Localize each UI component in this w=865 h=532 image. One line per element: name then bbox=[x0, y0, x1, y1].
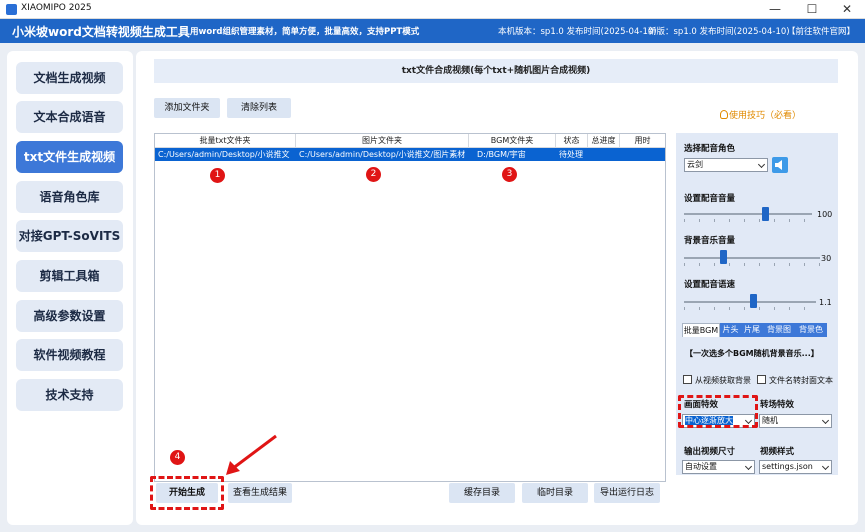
chevron-down-icon bbox=[744, 462, 753, 471]
tab-outro[interactable]: 片尾 bbox=[741, 323, 763, 337]
chevron-down-icon bbox=[821, 416, 830, 425]
page-banner: txt文件合成视频(每个txt+随机图片合成视频) bbox=[154, 59, 838, 83]
main-area: 文档生成视频 文本合成语音 txt文件生成视频 语音角色库 对接GPT-SoVI… bbox=[0, 43, 865, 532]
temp-dir-button[interactable]: 临时目录 bbox=[522, 483, 588, 503]
tab-bg-image[interactable]: 背景图 bbox=[763, 323, 795, 337]
window-titlebar: XIAOMIPO 2025 — ☐ ✕ bbox=[0, 0, 865, 19]
sidebar-item-voice-library[interactable]: 语音角色库 bbox=[16, 181, 123, 213]
chevron-down-icon bbox=[821, 462, 830, 471]
media-tabs: 批量BGM 片头 片尾 背景图 背景色 bbox=[682, 323, 832, 337]
tab-bg-color[interactable]: 背景色 bbox=[795, 323, 827, 337]
output-size-value: 自动设置 bbox=[685, 462, 717, 471]
chevron-down-icon bbox=[757, 160, 766, 169]
close-button[interactable]: ✕ bbox=[829, 0, 865, 19]
bgm-volume-value: 30 bbox=[821, 254, 832, 263]
transition-value: 随机 bbox=[762, 416, 778, 425]
transition-select[interactable]: 随机 bbox=[759, 414, 832, 428]
local-version: 本机版本：sp1.0 发布时间(2025-04-10) bbox=[498, 27, 657, 37]
add-folder-button[interactable]: 添加文件夹 bbox=[154, 98, 220, 118]
cell-time bbox=[620, 148, 665, 161]
task-table[interactable]: 批量txt文件夹 图片文件夹 BGM文件夹 状态 总进度 用时 C:/Users… bbox=[154, 133, 666, 482]
col-header-txt[interactable]: 批量txt文件夹 bbox=[155, 134, 296, 148]
bgm-volume-ticks bbox=[684, 263, 820, 266]
dub-volume-value: 100 bbox=[817, 210, 833, 219]
bgm-volume-track[interactable] bbox=[684, 257, 820, 259]
bgm-multi-select-link[interactable]: 【一次选多个BGM随机背景音乐...】 bbox=[685, 348, 819, 359]
speed-thumb[interactable] bbox=[750, 294, 757, 308]
dub-volume-track[interactable] bbox=[684, 213, 812, 215]
col-header-img[interactable]: 图片文件夹 bbox=[296, 134, 469, 148]
sidebar-item-advanced-settings[interactable]: 高级参数设置 bbox=[16, 300, 123, 332]
sidebar-item-tech-support[interactable]: 技术支持 bbox=[16, 379, 123, 411]
sidebar-item-text-to-speech[interactable]: 文本合成语音 bbox=[16, 101, 123, 133]
annotation-marker-2: 2 bbox=[366, 167, 381, 182]
usage-tips-link[interactable]: 使用技巧（必看） bbox=[720, 108, 801, 121]
col-header-progress[interactable]: 总进度 bbox=[588, 134, 620, 148]
content-panel: txt文件合成视频(每个txt+随机图片合成视频) 添加文件夹 清除列表 使用技… bbox=[136, 51, 858, 525]
speed-label: 设置配音语速 bbox=[684, 280, 736, 290]
transition-label: 转场特效 bbox=[760, 400, 795, 410]
tab-batch-bgm[interactable]: 批量BGM bbox=[682, 323, 720, 337]
cell-status: 待处理 bbox=[559, 150, 583, 159]
cell-progress bbox=[588, 148, 620, 161]
bgm-volume-thumb[interactable] bbox=[720, 250, 727, 264]
video-bg-checkbox[interactable] bbox=[683, 375, 692, 384]
tab-intro[interactable]: 片头 bbox=[720, 323, 741, 337]
new-version: 新版：sp1.0 发布时间(2025-04-10) bbox=[648, 27, 790, 37]
sidebar-item-gpt-sovits[interactable]: 对接GPT-SoVITS bbox=[16, 220, 123, 252]
cover-text-checkbox[interactable] bbox=[757, 375, 766, 384]
website-link[interactable]: 【前往软件官网】 bbox=[787, 25, 855, 37]
view-result-button[interactable]: 查看生成结果 bbox=[228, 483, 292, 503]
table-row[interactable]: C:/Users/admin/Desktop/小说推文 C:/Users/adm… bbox=[155, 148, 665, 161]
col-header-status[interactable]: 状态 bbox=[556, 134, 588, 148]
start-generate-button[interactable]: 开始生成 bbox=[156, 483, 218, 503]
annotation-arrow-icon bbox=[226, 434, 277, 475]
cell-img-folder: C:/Users/admin/Desktop/小说推文/图片素材 bbox=[299, 150, 466, 159]
speed-value: 1.1 bbox=[819, 298, 832, 307]
video-style-label: 视频样式 bbox=[760, 447, 795, 457]
col-header-time[interactable]: 用时 bbox=[620, 134, 665, 148]
video-bg-label: 从视频获取背景 bbox=[695, 376, 751, 385]
window-title: XIAOMIPO 2025 bbox=[21, 3, 92, 13]
sidebar-item-txt-to-video[interactable]: txt文件生成视频 bbox=[16, 141, 123, 173]
output-size-label: 输出视频尺寸 bbox=[684, 447, 736, 457]
app-title: 小米坡word文档转视频生成工具 bbox=[12, 25, 190, 39]
sidebar: 文档生成视频 文本合成语音 txt文件生成视频 语音角色库 对接GPT-SoVI… bbox=[7, 51, 133, 525]
maximize-button[interactable]: ☐ bbox=[794, 0, 830, 19]
speed-ticks bbox=[684, 307, 816, 310]
sidebar-item-video-tutorials[interactable]: 软件视频教程 bbox=[16, 339, 123, 371]
dub-volume-label: 设置配音音量 bbox=[684, 194, 736, 204]
bgm-volume-label: 背景音乐音量 bbox=[684, 236, 736, 246]
annotation-marker-1: 1 bbox=[210, 168, 225, 183]
annotation-marker-3: 3 bbox=[502, 167, 517, 182]
cache-dir-button[interactable]: 缓存目录 bbox=[449, 483, 515, 503]
sidebar-item-doc-to-video[interactable]: 文档生成视频 bbox=[16, 62, 123, 94]
cell-txt-folder: C:/Users/admin/Desktop/小说推文 bbox=[158, 150, 290, 159]
speaker-preview-icon[interactable] bbox=[772, 157, 788, 173]
voice-role-value: 云剑 bbox=[687, 160, 703, 169]
voice-role-label: 选择配音角色 bbox=[684, 144, 736, 154]
table-header: 批量txt文件夹 图片文件夹 BGM文件夹 状态 总进度 用时 bbox=[155, 134, 665, 148]
video-style-select[interactable]: settings.json bbox=[759, 460, 832, 474]
dub-volume-ticks bbox=[684, 219, 812, 222]
output-size-select[interactable]: 自动设置 bbox=[682, 460, 755, 474]
minimize-button[interactable]: — bbox=[757, 0, 793, 19]
clear-list-button[interactable]: 清除列表 bbox=[227, 98, 291, 118]
effect-highlight-box bbox=[678, 395, 758, 428]
app-slogan: 用word组织管理素材，简单方便，批量高效，支持PPT模式 bbox=[190, 27, 420, 37]
video-style-value: settings.json bbox=[762, 462, 813, 471]
lightbulb-icon bbox=[720, 110, 728, 119]
export-log-button[interactable]: 导出运行日志 bbox=[594, 483, 660, 503]
col-header-bgm[interactable]: BGM文件夹 bbox=[469, 134, 556, 148]
annotation-marker-4: 4 bbox=[170, 450, 185, 465]
usage-tips-label: 使用技巧（必看） bbox=[729, 111, 802, 121]
sidebar-item-edit-toolbox[interactable]: 剪辑工具箱 bbox=[16, 260, 123, 292]
app-logo-icon bbox=[6, 4, 17, 15]
voice-role-select[interactable]: 云剑 bbox=[684, 158, 768, 172]
cell-bgm-folder: D:/BGM/宇宙 bbox=[477, 150, 526, 159]
cover-text-label: 文件名转封面文本 bbox=[769, 376, 833, 385]
app-header: 小米坡word文档转视频生成工具 用word组织管理素材，简单方便，批量高效，支… bbox=[0, 19, 865, 43]
